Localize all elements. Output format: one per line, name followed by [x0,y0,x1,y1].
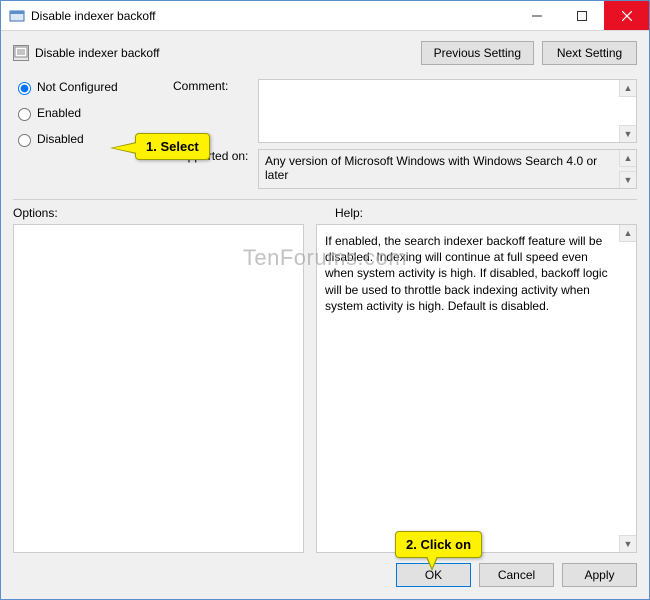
right-fields: Comment: ▲ ▼ Supported on: Any version o… [173,79,637,189]
minimize-button[interactable] [514,1,559,30]
options-pane [13,224,304,553]
scroll-up-icon[interactable]: ▲ [619,225,636,242]
window-titlebar: Disable indexer backoff [1,1,649,31]
close-button[interactable] [604,1,649,30]
radio-enabled-label: Enabled [37,106,81,120]
annotation-select: 1. Select [135,133,210,160]
settings-row: Not Configured Enabled Disabled Comment:… [13,79,637,189]
scroll-up-icon[interactable]: ▲ [619,150,636,167]
annotation-click-on: 2. Click on [395,531,482,558]
app-icon [9,8,25,24]
maximize-button[interactable] [559,1,604,30]
lower-labels: Options: Help: [13,206,637,222]
divider [13,199,637,200]
apply-button[interactable]: Apply [562,563,637,587]
scroll-down-icon[interactable]: ▼ [619,535,636,552]
help-label: Help: [335,206,363,220]
previous-setting-button[interactable]: Previous Setting [421,41,534,65]
help-pane: If enabled, the search indexer backoff f… [316,224,637,553]
window-controls [514,1,649,30]
dialog-buttons: OK Cancel Apply [13,563,637,587]
radio-not-configured-input[interactable] [18,82,31,95]
scroll-down-icon[interactable]: ▼ [619,171,636,188]
panes-row: If enabled, the search indexer backoff f… [13,224,637,553]
options-label: Options: [13,206,335,220]
scroll-up-icon[interactable]: ▲ [619,80,636,97]
nav-buttons: Previous Setting Next Setting [421,41,637,65]
comment-label: Comment: [173,79,258,93]
supported-on-text: Any version of Microsoft Windows with Wi… [258,149,637,189]
next-setting-button[interactable]: Next Setting [542,41,637,65]
header-row: Disable indexer backoff Previous Setting… [13,41,637,65]
policy-icon [13,45,29,61]
radio-enabled[interactable]: Enabled [13,105,173,121]
policy-editor-window: Disable indexer backoff Disable indexer … [0,0,650,600]
policy-title: Disable indexer backoff [35,46,421,60]
radio-not-configured[interactable]: Not Configured [13,79,173,95]
radio-enabled-input[interactable] [18,108,31,121]
help-text: If enabled, the search indexer backoff f… [325,233,614,314]
radio-disabled-label: Disabled [37,132,84,146]
scroll-down-icon[interactable]: ▼ [619,125,636,142]
cancel-button[interactable]: Cancel [479,563,554,587]
comment-textarea[interactable]: ▲ ▼ [258,79,637,143]
content-area: Disable indexer backoff Previous Setting… [1,31,649,599]
supported-on-value: Any version of Microsoft Windows with Wi… [265,154,597,182]
window-title: Disable indexer backoff [31,9,514,23]
radio-not-configured-label: Not Configured [37,80,118,94]
radio-disabled-input[interactable] [18,134,31,147]
